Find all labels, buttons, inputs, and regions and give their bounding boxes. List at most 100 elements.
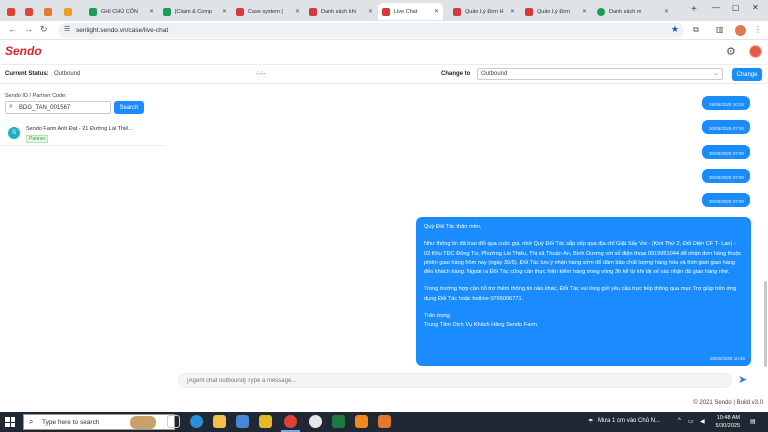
message-composer[interactable] bbox=[178, 373, 732, 388]
tab-close-icon[interactable]: ✕ bbox=[146, 8, 154, 15]
tab-pinned-4[interactable] bbox=[60, 3, 77, 20]
browser-tab-strip: GHI CHÚ CỐN ✕ [Claim & Comp ✕ Case system … bbox=[0, 0, 768, 21]
app-icon[interactable] bbox=[378, 415, 391, 428]
tab-close-icon[interactable]: ✕ bbox=[579, 8, 587, 15]
tab-close-icon[interactable]: ✕ bbox=[219, 8, 227, 15]
store-icon[interactable] bbox=[236, 415, 249, 428]
message-input[interactable] bbox=[187, 376, 717, 386]
sheets-icon bbox=[89, 7, 97, 16]
conversation-name: Sendo Farm Anh Đạt - 21 Đường Lái Thiê..… bbox=[26, 126, 133, 132]
site-info-icon[interactable]: ☰ bbox=[64, 25, 70, 33]
sendo-logo[interactable]: Sendo bbox=[5, 44, 42, 58]
change-status-button[interactable]: Change bbox=[732, 68, 762, 81]
tab-quan-ly-don-2[interactable]: Quản Lý Đơn ✕ bbox=[521, 3, 591, 20]
message-paragraph: Trong trường hợp cần hỗ trợ thêm thông t… bbox=[424, 286, 737, 302]
sendo-favicon-icon bbox=[309, 7, 317, 16]
app-icon[interactable] bbox=[355, 415, 368, 428]
sheets-icon bbox=[163, 7, 171, 16]
windows-start-icon[interactable] bbox=[5, 417, 15, 427]
footer-text: © 2021 Sendo | Build v3.0 bbox=[693, 400, 763, 406]
app-header: Sendo ⚙ bbox=[0, 41, 768, 62]
excel-icon[interactable] bbox=[332, 415, 345, 428]
gmail-icon bbox=[25, 7, 33, 16]
tab-favicon-icon bbox=[7, 7, 15, 16]
chat-scrollbar[interactable] bbox=[764, 85, 767, 370]
task-view-icon[interactable] bbox=[167, 415, 180, 428]
sendo-favicon-icon bbox=[453, 7, 461, 16]
taskbar-clock[interactable]: 10:48 AM 5/30/2025 bbox=[712, 414, 740, 430]
tab-quan-ly-don-1[interactable]: Quản Lý Đơn H ✕ bbox=[449, 3, 519, 20]
file-explorer-icon[interactable] bbox=[213, 415, 226, 428]
tab-close-icon[interactable]: ✕ bbox=[431, 8, 439, 15]
gear-icon[interactable]: ⚙ bbox=[726, 45, 736, 58]
partner-search-input[interactable]: ⌕ BDG_TAN_001567 bbox=[5, 101, 111, 114]
address-bar[interactable]: ☰ senlight.sendo.vn/case/live-chat ★ bbox=[58, 23, 684, 38]
reload-icon[interactable]: ↻ bbox=[40, 24, 48, 35]
sendo-favicon-icon bbox=[236, 7, 244, 16]
tab-close-icon[interactable]: ✕ bbox=[661, 8, 669, 15]
status-select[interactable]: Outbound ⌄ bbox=[477, 68, 723, 80]
tab-case-system[interactable]: Case system (✕ bbox=[232, 3, 304, 20]
message-closing: Trân trọng, bbox=[424, 313, 452, 320]
tab-favicon-icon bbox=[44, 7, 52, 16]
tab-ghi-chu[interactable]: GHI CHÚ CỐN ✕ bbox=[85, 3, 158, 20]
current-status-value: Outbound bbox=[54, 71, 81, 77]
network-icon[interactable]: ▭ bbox=[688, 418, 694, 425]
forward-icon[interactable]: → bbox=[24, 24, 33, 34]
windows-taskbar: ⌕ Type here to search ☂ Mưa 1 cm vào Chủ… bbox=[0, 412, 768, 432]
tab-danh-sach-khi[interactable]: Danh sách khi ✕ bbox=[305, 3, 377, 20]
app-icon[interactable] bbox=[309, 415, 322, 428]
maximize-icon[interactable]: ▢ bbox=[732, 3, 740, 12]
tab-pinned-1[interactable] bbox=[3, 3, 18, 20]
tab-close-icon[interactable]: ✕ bbox=[507, 8, 515, 15]
message-bubble: 30/05/2025 07:00 bbox=[702, 120, 750, 134]
search-highlight-icon[interactable] bbox=[130, 416, 156, 429]
tab-pinned-3[interactable] bbox=[40, 3, 55, 20]
user-avatar[interactable] bbox=[749, 45, 762, 58]
status-timer: -:-:- bbox=[256, 71, 266, 77]
status-bar: Current Status: Outbound -:-:- Change to… bbox=[0, 64, 768, 84]
notification-icon[interactable]: ▤ bbox=[750, 418, 756, 425]
chevron-down-icon: ⌄ bbox=[712, 71, 718, 77]
message-signature: Trung Tâm Dịch Vụ Khách Hàng Sendo Farm bbox=[424, 322, 537, 329]
bookmark-star-icon[interactable]: ★ bbox=[671, 24, 679, 35]
new-tab-button[interactable]: + bbox=[691, 4, 697, 15]
edge-icon[interactable] bbox=[190, 415, 203, 428]
chrome-icon[interactable] bbox=[284, 415, 297, 428]
sticky-notes-icon[interactable] bbox=[259, 415, 272, 428]
tab-close-icon[interactable]: ✕ bbox=[365, 8, 373, 15]
tab-danh-sach-m[interactable]: Danh sách m ✕ bbox=[593, 3, 673, 20]
tab-favicon-icon bbox=[64, 7, 72, 16]
window-close-icon[interactable]: ✕ bbox=[752, 3, 759, 12]
partner-badge: Partner bbox=[26, 135, 49, 143]
volume-icon[interactable]: ◀ bbox=[700, 418, 705, 425]
chrome-menu-icon[interactable]: ⋮ bbox=[754, 25, 762, 34]
message-bubble: 29/05/2025 10:04 bbox=[702, 96, 750, 110]
extensions-icon[interactable]: ⧉ bbox=[693, 25, 699, 35]
change-to-label: Change to bbox=[441, 71, 471, 77]
tab-gmail[interactable] bbox=[21, 3, 36, 20]
sendo-favicon-icon bbox=[382, 7, 390, 16]
tab-claim[interactable]: [Claim & Comp ✕ bbox=[159, 3, 231, 20]
tab-live-chat[interactable]: Live Chat ✕ bbox=[378, 3, 443, 20]
message-timestamp: 30/05/2025 10:46 bbox=[709, 355, 745, 361]
minimize-icon[interactable]: — bbox=[712, 3, 720, 12]
search-label: Sendo ID / Partner Code: bbox=[5, 93, 67, 99]
back-icon[interactable]: ← bbox=[8, 24, 17, 34]
weather-icon[interactable]: ☂ bbox=[588, 418, 593, 425]
side-panel-icon[interactable]: ▥ bbox=[716, 25, 724, 34]
message-greeting: Quý Đối Tác thân mến, bbox=[424, 224, 482, 230]
weather-text[interactable]: Mưa 1 cm vào Chủ N... bbox=[598, 418, 660, 424]
tray-chevron-icon[interactable]: ^ bbox=[678, 418, 681, 424]
search-icon: ⌕ bbox=[9, 103, 13, 110]
send-icon[interactable]: ➤ bbox=[738, 373, 747, 386]
scrollbar-thumb[interactable] bbox=[764, 281, 767, 367]
search-icon: ⌕ bbox=[29, 417, 34, 426]
search-button[interactable]: Search bbox=[114, 101, 144, 114]
current-status-label: Current Status: bbox=[5, 71, 49, 77]
message-paragraph: Như thông tin đã trao đổi qua cuộc gọi, … bbox=[424, 241, 742, 276]
conversation-item[interactable]: S Sendo Farm Anh Đạt - 21 Đường Lái Thiê… bbox=[0, 122, 166, 146]
chrome-profile-avatar[interactable] bbox=[735, 25, 746, 36]
url-text: senlight.sendo.vn/case/live-chat bbox=[76, 27, 169, 34]
tab-close-icon[interactable]: ✕ bbox=[292, 8, 300, 15]
